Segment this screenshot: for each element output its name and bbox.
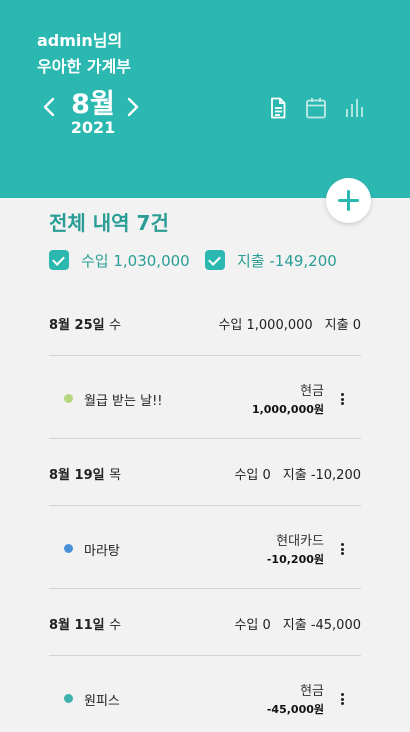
bar-chart-icon xyxy=(346,99,363,117)
income-filter-checkbox[interactable]: 수입 1,030,000 xyxy=(49,249,190,271)
group-expense: 지출 -10,200 xyxy=(282,468,361,483)
expense-filter-label: 지출 -149,200 xyxy=(237,251,337,270)
divider xyxy=(49,438,361,439)
date-group-header: 8월 25일 수 수입 1,000,000 지출 0 xyxy=(49,314,361,334)
group-date: 8월 19일 목 xyxy=(49,468,122,483)
chevron-left-icon xyxy=(43,97,55,117)
chevron-right-icon xyxy=(127,97,139,117)
group-totals: 수입 0 지출 -45,000 xyxy=(222,614,361,633)
divider xyxy=(49,355,361,356)
divider xyxy=(49,588,361,589)
group-income: 수입 0 xyxy=(234,618,271,633)
group-income: 수입 0 xyxy=(234,468,271,483)
group-weekday: 수 xyxy=(109,618,122,633)
divider xyxy=(49,655,361,656)
transaction-amount: -10,200원 xyxy=(266,553,324,566)
document-icon xyxy=(271,97,286,119)
transaction-name: 마라탕 xyxy=(84,544,120,559)
transaction-item[interactable]: 원피스 현금 -45,000원 xyxy=(49,674,361,724)
transaction-name: 원피스 xyxy=(84,694,120,709)
more-options-icon[interactable] xyxy=(341,693,345,707)
checkbox-icon xyxy=(49,250,69,270)
calendar-view-button[interactable] xyxy=(304,96,328,120)
calendar-icon xyxy=(306,98,326,119)
payment-method: 현대카드 xyxy=(276,534,324,549)
payment-method: 현금 xyxy=(300,384,324,399)
income-filter-label: 수입 1,030,000 xyxy=(81,251,190,270)
next-month-button[interactable] xyxy=(126,96,140,118)
group-date: 8월 25일 수 xyxy=(49,318,122,333)
app-header: admin님의 우아한 가계부 8월 2021 xyxy=(0,0,410,198)
total-count: 전체 내역 7건 xyxy=(49,211,169,235)
transaction-item[interactable]: 마라탕 현대카드 -10,200원 xyxy=(49,524,361,574)
group-weekday: 목 xyxy=(109,468,122,483)
current-year: 2021 xyxy=(70,118,116,137)
category-dot xyxy=(64,694,73,703)
prev-month-button[interactable] xyxy=(42,96,56,118)
greeting-user: admin님의 xyxy=(37,31,123,50)
group-date: 8월 11일 수 xyxy=(49,618,122,633)
group-weekday: 수 xyxy=(109,318,122,333)
group-expense: 지출 -45,000 xyxy=(282,618,361,633)
date-group-header: 8월 19일 목 수입 0 지출 -10,200 xyxy=(49,464,361,484)
current-month: 8월 xyxy=(71,89,115,120)
transaction-name: 월급 받는 날!! xyxy=(84,394,163,409)
expense-filter-checkbox[interactable]: 지출 -149,200 xyxy=(205,249,337,271)
group-expense: 지출 0 xyxy=(324,318,361,333)
group-totals: 수입 1,000,000 지출 0 xyxy=(206,314,361,333)
greeting-app-title: 우아한 가계부 xyxy=(37,57,131,76)
transaction-amount: -45,000원 xyxy=(266,703,324,716)
transaction-amount: 1,000,000원 xyxy=(251,403,324,416)
group-income: 수입 1,000,000 xyxy=(218,318,313,333)
group-totals: 수입 0 지출 -10,200 xyxy=(222,464,361,483)
add-entry-button[interactable] xyxy=(326,178,371,223)
checkbox-icon xyxy=(205,250,225,270)
divider xyxy=(49,505,361,506)
chart-view-button[interactable] xyxy=(342,96,366,120)
payment-method: 현금 xyxy=(300,684,324,699)
category-dot xyxy=(64,544,73,553)
transaction-item[interactable]: 월급 받는 날!! 현금 1,000,000원 xyxy=(49,374,361,424)
date-group-header: 8월 11일 수 수입 0 지출 -45,000 xyxy=(49,614,361,634)
more-options-icon[interactable] xyxy=(341,543,345,557)
greeting: admin님의 우아한 가계부 xyxy=(37,28,131,80)
more-options-icon[interactable] xyxy=(341,393,345,407)
list-view-button[interactable] xyxy=(266,96,290,120)
category-dot xyxy=(64,394,73,403)
month-navigator: 8월 2021 xyxy=(40,82,146,138)
